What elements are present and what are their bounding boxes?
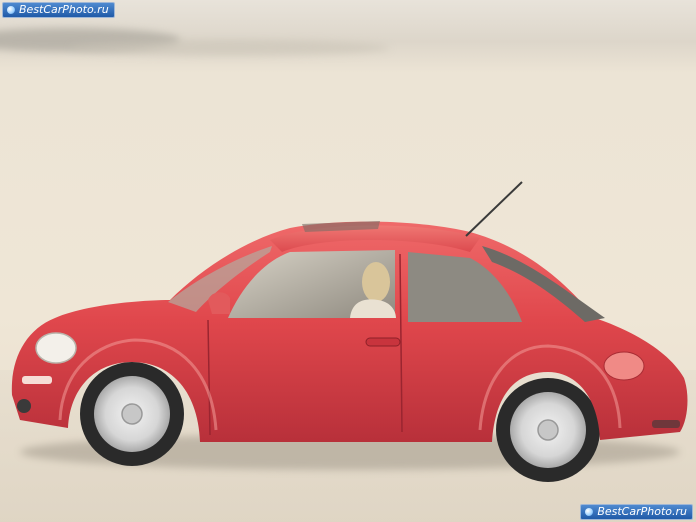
door-handle <box>365 337 401 347</box>
rear-wheel <box>496 378 600 482</box>
headlight <box>35 332 77 364</box>
watermark-bottom-right: BestCarPhoto.ru <box>580 504 693 520</box>
car-photo <box>0 0 696 522</box>
photo-scene: BestCarPhoto.ru BestCarPhoto.ru <box>0 0 696 522</box>
taillight <box>603 351 645 381</box>
front-wheel <box>80 362 184 466</box>
watermark-top-left: BestCarPhoto.ru <box>2 2 115 18</box>
side-mirror <box>208 292 230 314</box>
